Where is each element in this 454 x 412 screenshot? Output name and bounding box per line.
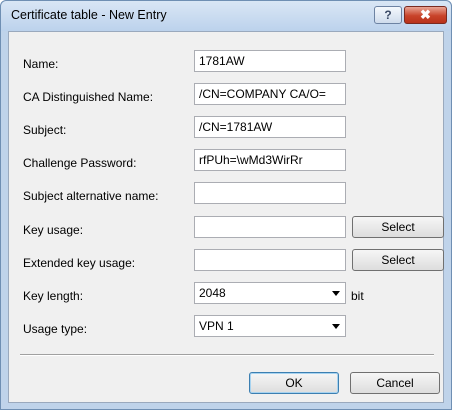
help-button[interactable]: ?: [374, 6, 402, 24]
window-title: Certificate table - New Entry: [11, 8, 167, 22]
usage-type-label: Usage type:: [23, 322, 88, 336]
ok-button[interactable]: OK: [249, 372, 339, 394]
subject-label: Subject:: [23, 123, 67, 137]
dialog-window: Certificate table - New Entry ? ✖ Name: …: [0, 0, 452, 410]
ext-key-usage-label: Extended key usage:: [23, 256, 136, 270]
subject-alt-name-input[interactable]: [194, 182, 346, 204]
key-usage-label: Key usage:: [23, 223, 84, 237]
key-usage-select-button[interactable]: Select: [352, 216, 444, 238]
challenge-password-input[interactable]: rfPUh=\wMd3WirRr: [194, 149, 346, 171]
ext-key-usage-input[interactable]: [194, 249, 346, 271]
key-length-unit: bit: [351, 289, 364, 303]
chevron-down-icon: [332, 291, 340, 296]
key-length-value: 2048: [199, 286, 226, 300]
title-bar: Certificate table - New Entry ? ✖: [1, 1, 451, 31]
key-usage-input[interactable]: [194, 216, 346, 238]
challenge-password-label: Challenge Password:: [23, 156, 137, 170]
ca-dn-input[interactable]: /CN=COMPANY CA/O=: [194, 83, 346, 105]
close-button[interactable]: ✖: [404, 6, 447, 24]
dialog-content: Name: 1781AW CA Distinguished Name: /CN=…: [8, 31, 444, 403]
subject-alt-name-label: Subject alternative name:: [23, 189, 159, 203]
cancel-button[interactable]: Cancel: [350, 372, 440, 394]
key-length-dropdown[interactable]: 2048: [194, 282, 346, 304]
usage-type-value: VPN 1: [199, 319, 234, 333]
ca-dn-label: CA Distinguished Name:: [23, 90, 154, 104]
name-input[interactable]: 1781AW: [194, 50, 346, 72]
ext-key-usage-select-button[interactable]: Select: [352, 249, 444, 271]
separator: [20, 354, 434, 356]
key-length-label: Key length:: [23, 289, 84, 303]
chevron-down-icon: [332, 324, 340, 329]
name-label: Name:: [23, 57, 59, 71]
close-icon: ✖: [420, 7, 431, 22]
subject-input[interactable]: /CN=1781AW: [194, 116, 346, 138]
usage-type-dropdown[interactable]: VPN 1: [194, 315, 346, 337]
